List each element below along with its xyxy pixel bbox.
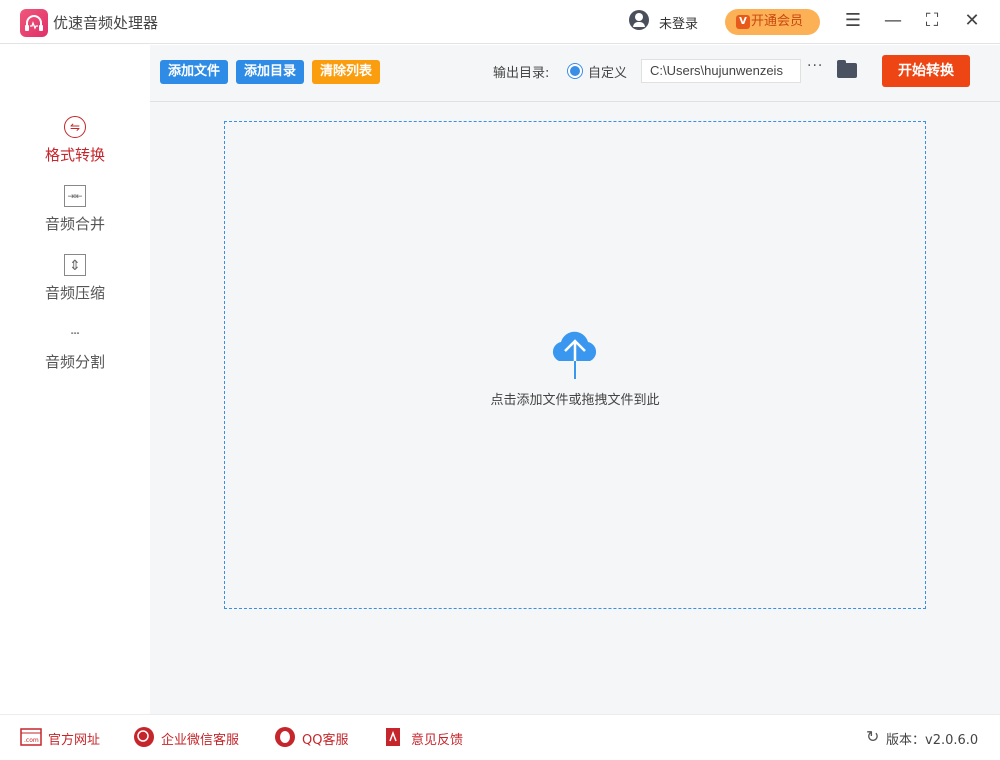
sidebar-item-label: 格式转换 <box>44 146 105 164</box>
compress-icon: ⇕ <box>64 254 86 276</box>
custom-radio[interactable] <box>567 63 583 79</box>
toolbar: 添加文件 添加目录 清除列表 输出目录: 自定义 C:\Users\hujunw… <box>150 45 1000 102</box>
footer: .com 官方网址 企业微信客服 QQ客服 意见反馈 ↻ 版本：v2.0.6.0 <box>0 714 1000 760</box>
convert-icon: ⇋ <box>64 116 86 138</box>
output-dir-label: 输出目录: <box>493 66 550 81</box>
login-link[interactable]: 未登录 <box>659 13 698 32</box>
split-icon: ┄ <box>70 326 80 342</box>
merge-icon: ⇥⇤ <box>64 185 86 207</box>
menu-icon[interactable]: ☰ <box>842 10 864 32</box>
version-label: 版本：v2.0.6.0 <box>886 733 979 748</box>
sidebar-item-audio-merge[interactable]: ⇥⇤ 音频合并 <box>0 185 150 234</box>
app-logo-icon <box>20 9 48 37</box>
qq-icon <box>275 727 295 747</box>
close-icon[interactable]: ✕ <box>961 10 983 32</box>
vip-button[interactable]: V 开通会员 <box>725 9 820 35</box>
file-drop-zone[interactable]: 点击添加文件或拖拽文件到此 <box>224 121 926 609</box>
vip-icon: V <box>736 15 750 29</box>
website-icon: .com <box>20 728 42 746</box>
minimize-icon[interactable]: — <box>882 10 904 32</box>
drop-hint: 点击添加文件或拖拽文件到此 <box>490 393 660 408</box>
version-info[interactable]: ↻ 版本：v2.0.6.0 <box>866 727 979 748</box>
feedback-link[interactable]: 意见反馈 <box>383 728 464 748</box>
qq-label: QQ客服 <box>302 733 349 748</box>
vip-label: 开通会员 <box>751 14 804 29</box>
add-directory-button[interactable]: 添加目录 <box>236 60 305 84</box>
website-label: 官方网址 <box>48 733 101 748</box>
main-area: 点击添加文件或拖拽文件到此 <box>150 102 1000 714</box>
wechat-icon <box>134 727 154 747</box>
refresh-icon: ↻ <box>866 727 880 746</box>
output-path-input[interactable]: C:\Users\hujunwenzeis <box>641 59 801 83</box>
app-title: 优速音频处理器 <box>53 14 159 32</box>
wechat-service-link[interactable]: 企业微信客服 <box>133 727 240 748</box>
sidebar-item-label: 音频合并 <box>44 215 105 233</box>
sidebar-item-audio-split[interactable]: ┄ 音频分割 <box>0 323 150 372</box>
maximize-icon[interactable]: ⛶ <box>921 10 943 32</box>
sidebar-item-audio-compress[interactable]: ⇕ 音频压缩 <box>0 254 150 303</box>
start-convert-button[interactable]: 开始转换 <box>882 55 970 87</box>
user-icon[interactable] <box>629 10 649 30</box>
upload-cloud-icon <box>552 331 597 379</box>
clear-list-button[interactable]: 清除列表 <box>312 60 381 84</box>
sidebar: ⇋ 格式转换 ⇥⇤ 音频合并 ⇕ 音频压缩 ┄ 音频分割 <box>0 45 150 714</box>
folder-icon[interactable] <box>837 60 857 78</box>
more-icon[interactable]: ··· <box>807 58 823 74</box>
svg-text:.com: .com <box>24 737 39 744</box>
website-link[interactable]: .com 官方网址 <box>20 728 101 748</box>
custom-radio-label[interactable]: 自定义 <box>588 62 627 81</box>
qq-service-link[interactable]: QQ客服 <box>274 727 349 748</box>
sidebar-item-label: 音频分割 <box>44 353 105 371</box>
wechat-label: 企业微信客服 <box>161 733 240 748</box>
title-bar: 优速音频处理器 未登录 V 开通会员 ☰ — ⛶ ✕ <box>0 0 1000 44</box>
sidebar-item-format-convert[interactable]: ⇋ 格式转换 <box>0 116 150 165</box>
sidebar-item-label: 音频压缩 <box>44 284 105 302</box>
feedback-icon <box>386 728 400 746</box>
add-file-button[interactable]: 添加文件 <box>160 60 229 84</box>
feedback-label: 意见反馈 <box>411 733 464 748</box>
